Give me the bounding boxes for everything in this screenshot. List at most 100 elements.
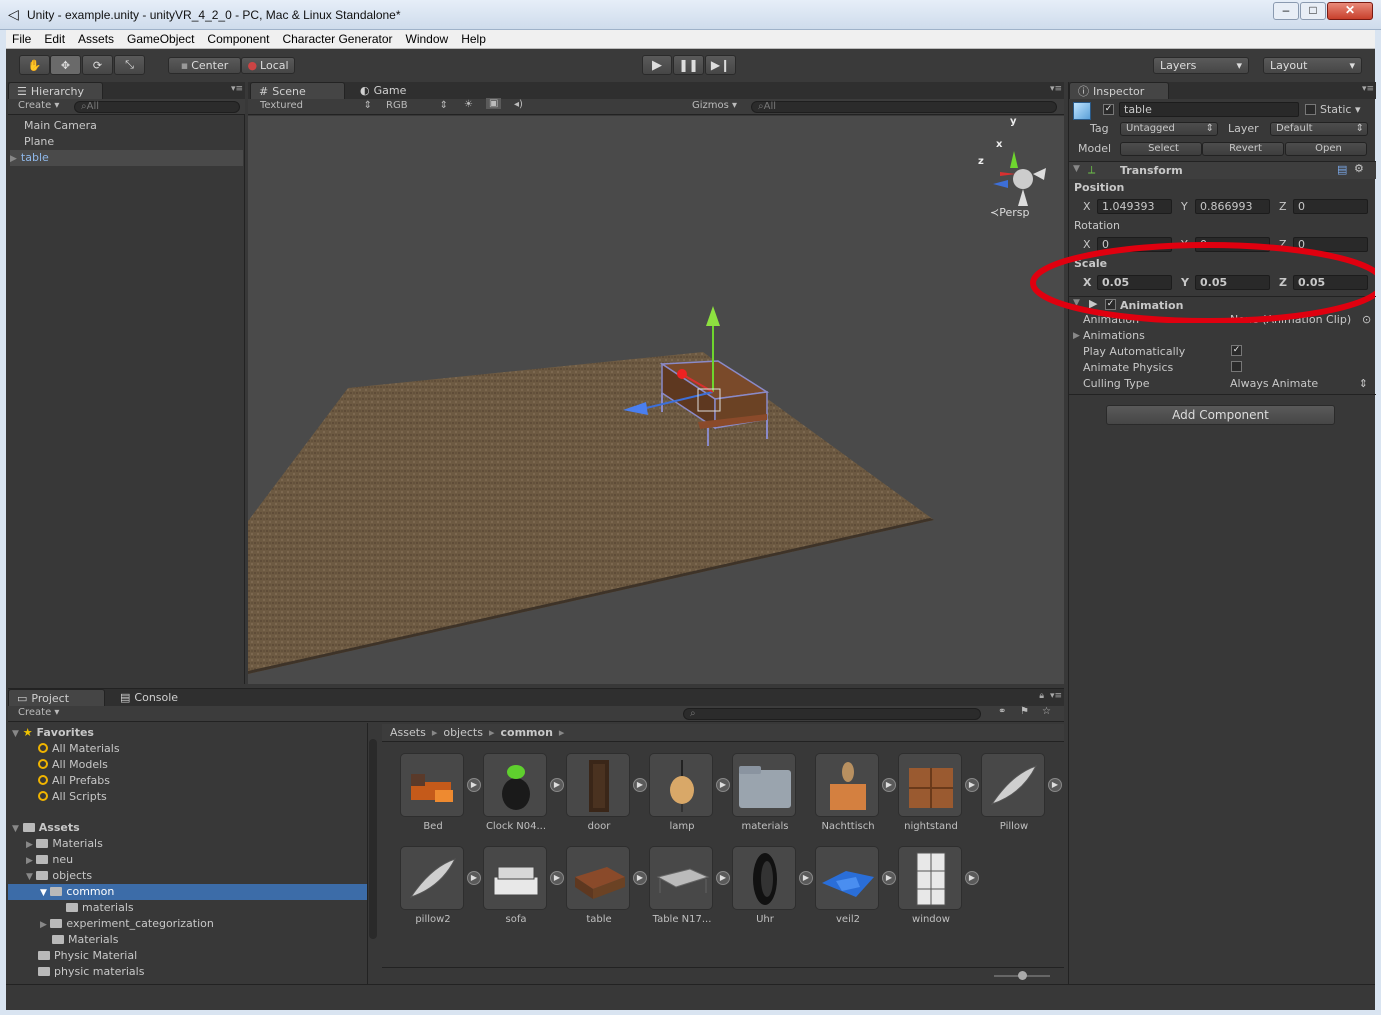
project-create-dropdown[interactable]: Create ▾: [18, 707, 59, 718]
hierarchy-item-table[interactable]: ▶ table: [10, 150, 243, 166]
tree-folder-physic-materials[interactable]: physic materials: [38, 964, 144, 980]
asset-item-pillow[interactable]: ▶ Pillow: [973, 753, 1062, 843]
breadcrumb-assets[interactable]: Assets: [390, 726, 426, 739]
favorite-all-scripts[interactable]: All Scripts: [38, 789, 107, 805]
perspective-toggle[interactable]: ≺Persp: [990, 206, 1029, 219]
favorites-header[interactable]: ▼ ★ Favorites: [12, 725, 94, 741]
position-z-field[interactable]: 0: [1293, 199, 1368, 214]
close-button[interactable]: ✕: [1327, 2, 1373, 20]
tree-folder-neu[interactable]: ▶ neu: [26, 852, 73, 868]
hierarchy-item-plane[interactable]: Plane: [24, 134, 54, 150]
play-automatically-checkbox[interactable]: ✓: [1231, 345, 1242, 356]
panel-menu-icon[interactable]: ▾≡: [1050, 84, 1062, 94]
layers-dropdown[interactable]: Layers ▾: [1153, 57, 1249, 74]
color-mode-dropdown[interactable]: RGB ⇕: [386, 100, 448, 111]
breadcrumb-common[interactable]: common: [501, 726, 553, 739]
asset-item-materials[interactable]: materials: [724, 753, 806, 843]
tree-folder-materials-sub[interactable]: materials: [66, 900, 134, 916]
gizmos-dropdown[interactable]: Gizmos ▾: [692, 100, 737, 111]
menu-character-generator[interactable]: Character Generator: [276, 30, 399, 48]
project-search-input[interactable]: ⌕: [683, 708, 981, 720]
tree-folder-experiment-categorization[interactable]: ▶ experiment_categorization: [40, 916, 214, 932]
model-select-button[interactable]: Select: [1120, 142, 1202, 156]
model-revert-button[interactable]: Revert: [1202, 142, 1284, 156]
menu-component[interactable]: Component: [201, 30, 276, 48]
asset-item-clock-n04[interactable]: ▶ Clock N04...: [475, 753, 564, 843]
object-name-field[interactable]: table: [1119, 102, 1299, 117]
asset-item-nachttisch[interactable]: ▶ Nachttisch: [807, 753, 896, 843]
tab-game[interactable]: ◐ Game: [352, 82, 442, 99]
scale-tool-icon[interactable]: ⤡: [114, 55, 145, 75]
tree-folder-materials[interactable]: ▶ Materials: [26, 836, 103, 852]
render-mode-dropdown[interactable]: Textured ⇕: [260, 100, 372, 111]
orientation-gizmo-icon[interactable]: [993, 151, 1046, 206]
slider-thumb[interactable]: [1018, 971, 1027, 980]
add-component-button[interactable]: Add Component: [1106, 405, 1335, 425]
minimize-button[interactable]: –: [1273, 2, 1299, 20]
foldout-arrow-icon[interactable]: ▼: [1073, 164, 1080, 174]
animations-foldout-icon[interactable]: ▶: [1073, 331, 1080, 341]
lighting-toggle-icon[interactable]: ☀: [464, 99, 473, 110]
asset-item-sofa[interactable]: ▶ sofa: [475, 846, 564, 936]
expand-prefab-icon[interactable]: ▶: [1048, 778, 1062, 792]
panel-menu-icon[interactable]: ▾≡: [231, 84, 243, 94]
tab-hierarchy[interactable]: ☰ Hierarchy: [8, 82, 103, 99]
static-dropdown[interactable]: Static ▾: [1320, 103, 1360, 116]
scene-search-input[interactable]: ⌕All: [751, 101, 1057, 113]
menu-window[interactable]: Window: [400, 30, 456, 48]
scene-image-icon[interactable]: ▣: [486, 98, 502, 109]
asset-item-window[interactable]: ▶ window: [890, 846, 979, 936]
static-checkbox[interactable]: [1305, 104, 1316, 115]
rotate-tool-icon[interactable]: ⟳: [82, 55, 113, 75]
tag-dropdown[interactable]: Untagged ⇕: [1120, 122, 1218, 136]
transform-header[interactable]: ▼ ⟂ Transform ▤ ⚙: [1069, 161, 1376, 179]
filter-by-label-icon[interactable]: ⚑: [1020, 706, 1029, 717]
tree-folder-common[interactable]: ▼ common: [8, 884, 367, 900]
menu-edit[interactable]: Edit: [38, 30, 72, 48]
lock-icon[interactable]: 🔒︎: [1039, 691, 1044, 701]
panel-menu-icon[interactable]: ▾≡: [1050, 691, 1062, 701]
hierarchy-search-input[interactable]: ⌕All: [74, 101, 240, 113]
filter-by-type-icon[interactable]: ⚭: [998, 706, 1006, 717]
asset-item-pillow2[interactable]: ▶ pillow2: [392, 846, 481, 936]
menu-gameobject[interactable]: GameObject: [121, 30, 201, 48]
pause-button[interactable]: ❚❚: [673, 55, 704, 75]
favorite-star-icon[interactable]: ☆: [1042, 706, 1051, 717]
play-button[interactable]: ▶: [642, 55, 672, 75]
tree-folder-objects[interactable]: ▼ objects: [26, 868, 92, 884]
asset-item-uhr[interactable]: ▶ Uhr: [724, 846, 813, 936]
maximize-button[interactable]: □: [1300, 2, 1326, 20]
hierarchy-create-dropdown[interactable]: Create ▾: [18, 100, 59, 111]
tab-scene[interactable]: # Scene: [250, 82, 345, 99]
panel-menu-icon[interactable]: ▾≡: [1362, 84, 1374, 94]
culling-type-dropdown[interactable]: Always Animate ⇕: [1230, 377, 1368, 390]
pivot-local-toggle[interactable]: ● Local: [241, 57, 295, 74]
asset-item-bed[interactable]: ▶ Bed: [392, 753, 481, 843]
help-book-icon[interactable]: ▤: [1337, 163, 1347, 176]
asset-item-table-n17[interactable]: ▶ Table N17...: [641, 846, 730, 936]
favorite-all-materials[interactable]: All Materials: [38, 741, 120, 757]
tab-project[interactable]: ▭ Project: [8, 689, 105, 706]
tree-folder-materials-2[interactable]: Materials: [52, 932, 118, 948]
favorite-all-models[interactable]: All Models: [38, 757, 108, 773]
tree-folder-physic-material[interactable]: Physic Material: [38, 948, 137, 964]
expand-prefab-icon[interactable]: ▶: [965, 871, 979, 885]
scene-viewport[interactable]: y x z ≺Persp: [248, 116, 1064, 684]
menu-assets[interactable]: Assets: [72, 30, 121, 48]
animate-physics-checkbox[interactable]: [1231, 361, 1242, 372]
audio-toggle-icon[interactable]: ◂): [514, 99, 523, 110]
model-open-button[interactable]: Open: [1285, 142, 1367, 156]
folder-tree-scrollbar[interactable]: [369, 739, 377, 939]
pivot-center-toggle[interactable]: ▪ Center: [168, 57, 241, 74]
asset-item-table[interactable]: ▶ table: [558, 846, 647, 936]
assets-root[interactable]: ▼ Assets: [12, 820, 80, 836]
gear-icon[interactable]: ⚙: [1354, 162, 1364, 175]
move-tool-icon[interactable]: ✥: [50, 55, 81, 75]
menu-file[interactable]: File: [6, 30, 38, 48]
expand-arrow-icon[interactable]: ▶: [10, 154, 17, 164]
tab-console[interactable]: ▤ Console: [112, 689, 202, 706]
layout-dropdown[interactable]: Layout ▾: [1263, 57, 1362, 74]
menu-help[interactable]: Help: [455, 30, 493, 48]
asset-item-lamp[interactable]: ▶ lamp: [641, 753, 730, 843]
breadcrumb-objects[interactable]: objects: [443, 726, 483, 739]
